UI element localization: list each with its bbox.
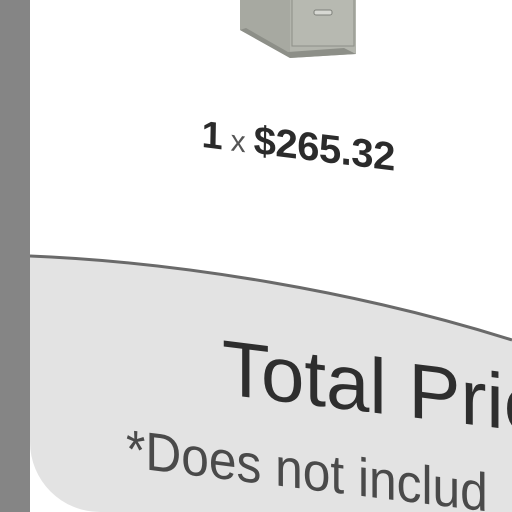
total-price-panel: Total Price *Does not includ — [30, 0, 512, 512]
cart-view: 1 x $265.32 Total Price *Does not includ — [30, 0, 512, 512]
kiosk-screen: 1 x $265.32 Total Price *Does not includ — [0, 0, 512, 512]
device-bezel — [0, 0, 30, 512]
